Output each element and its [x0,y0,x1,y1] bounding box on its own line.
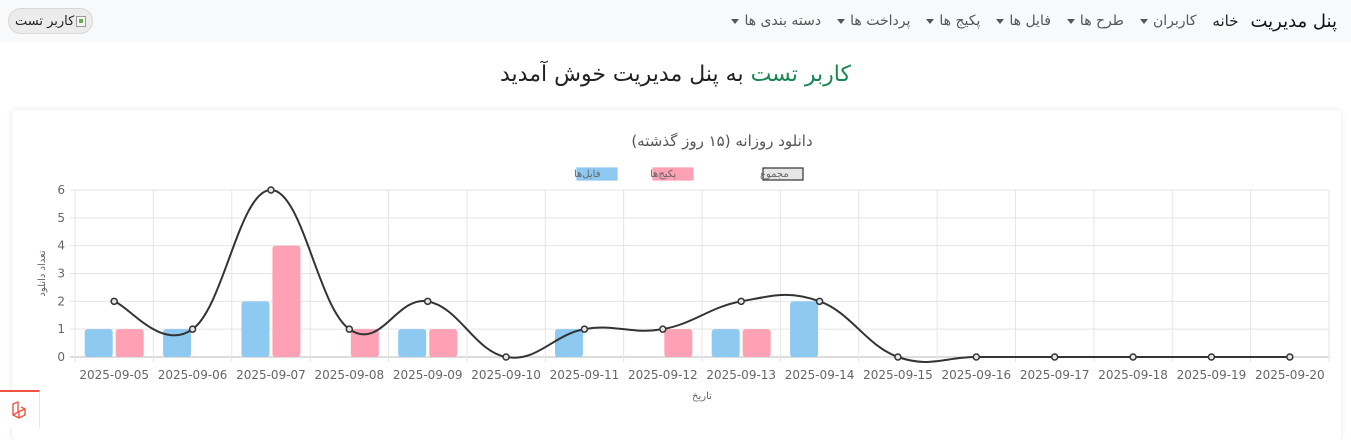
y-tick-label: 0 [57,350,65,364]
welcome-text: به پنل مدیریت خوش آمدید [500,62,744,87]
nav-item-1[interactable]: کاربران [1132,13,1204,29]
y-tick-label: 5 [57,211,65,225]
x-tick-label: 2025-09-14 [785,368,855,382]
total-point [267,186,275,194]
nav-item-label: پکیج ها [939,13,981,29]
total-point [737,297,745,306]
x-tick-label: 2025-09-10 [471,368,541,382]
y-tick-label: 4 [57,239,65,253]
legend-label-0: فایل‌ها [574,169,601,180]
total-point [110,297,118,306]
nav-item-label: پرداخت ها [850,13,911,29]
total-point [423,297,432,306]
nav-item-label: کاربران [1152,13,1197,29]
laravel-icon [11,401,26,419]
total-point [1286,353,1294,361]
x-tick-label: 2025-09-16 [941,368,1011,382]
nav-links: خانه کاربران طرح ها فایل ها پکیج ها پرداخت ها… [723,12,1240,30]
bar-files [241,301,270,357]
chevron-down-icon [1066,18,1075,24]
bar-files [398,329,427,357]
user-menu-button[interactable]: کاربر تست [8,8,94,34]
navbar-brand[interactable]: پنل مدیریت [1250,11,1337,32]
total-point [502,353,510,361]
nav-item-label: فایل ها [1009,13,1051,29]
bar-files [790,301,819,357]
nav-item-4[interactable]: پکیج ها [918,13,988,29]
total-point [188,325,197,333]
bar-packages [115,329,144,357]
total-point [1050,353,1059,361]
bar-files [711,329,740,357]
bar-files [84,329,113,357]
chevron-down-icon [996,18,1005,24]
y-tick-label: 2 [57,294,65,308]
x-tick-label: 2025-09-07 [236,368,306,382]
avatar [76,15,87,27]
x-tick-label: 2025-09-17 [1020,368,1090,382]
x-tick-label: 2025-09-13 [706,368,776,382]
nav-item-5[interactable]: پرداخت ها [829,13,918,29]
legend-label-2: مجموع [760,169,789,180]
nav-item-2[interactable]: طرح ها [1059,13,1132,29]
chart-card: دانلود روزانه (۱۵ روز گذشته) مجموع پکیج‌ها… [12,110,1341,440]
bar-packages [664,329,693,357]
x-tick-label: 2025-09-05 [79,368,149,382]
x-tick-label: 2025-09-18 [1098,368,1168,382]
chevron-down-icon [837,18,846,24]
total-point [659,325,667,333]
total-point [1129,353,1137,361]
nav-item-6[interactable]: دسته بندی ها [723,13,829,29]
bar-packages [272,245,301,357]
laravel-debugbar-toggle[interactable] [0,390,40,428]
x-tick-label: 2025-09-09 [393,368,463,382]
x-tick-label: 2025-09-08 [314,368,384,382]
y-tick-label: 1 [57,322,65,336]
x-tick-label: 2025-09-11 [550,368,620,382]
total-point [1207,353,1216,361]
x-tick-label: 2025-09-15 [863,368,933,382]
bar-packages [742,329,771,357]
x-axis-title: تاریخ [692,391,712,402]
total-point [345,325,354,333]
total-point [815,297,824,306]
x-tick-label: 2025-09-06 [158,368,228,382]
y-tick-label: 3 [57,267,65,281]
y-axis-title: تعداد دانلود [37,250,48,296]
welcome-username: کاربر تست [750,62,851,87]
chevron-down-icon [731,18,740,24]
nav-item-label: طرح ها [1079,13,1124,29]
x-tick-label: 2025-09-12 [628,368,698,382]
navbar: پنل مدیریت خانه کاربران طرح ها فایل ها پکیج … [0,0,1351,42]
y-tick-label: 6 [57,183,65,197]
user-name: کاربر تست [15,13,75,29]
legend-label-1: پکیج‌ها [650,169,676,180]
nav-item-label: خانه [1212,12,1239,30]
daily-downloads-chart: دانلود روزانه (۱۵ روز گذشته) مجموع پکیج‌ها… [37,132,1330,402]
total-point [894,353,902,361]
welcome-heading: کاربر تست به پنل مدیریت خوش آمدید [0,62,1351,87]
x-tick-label: 2025-09-19 [1177,368,1247,382]
nav-item-3[interactable]: فایل ها [988,13,1059,29]
total-point [972,353,981,361]
bar-packages [429,329,458,357]
nav-item-0[interactable]: خانه [1204,12,1240,30]
nav-item-label: دسته بندی ها [744,13,822,29]
chart-title: دانلود روزانه (۱۵ روز گذشته) [631,132,812,150]
x-tick-label: 2025-09-20 [1255,368,1325,382]
total-point [580,325,589,333]
chevron-down-icon [926,18,935,24]
chevron-down-icon [1139,18,1148,24]
